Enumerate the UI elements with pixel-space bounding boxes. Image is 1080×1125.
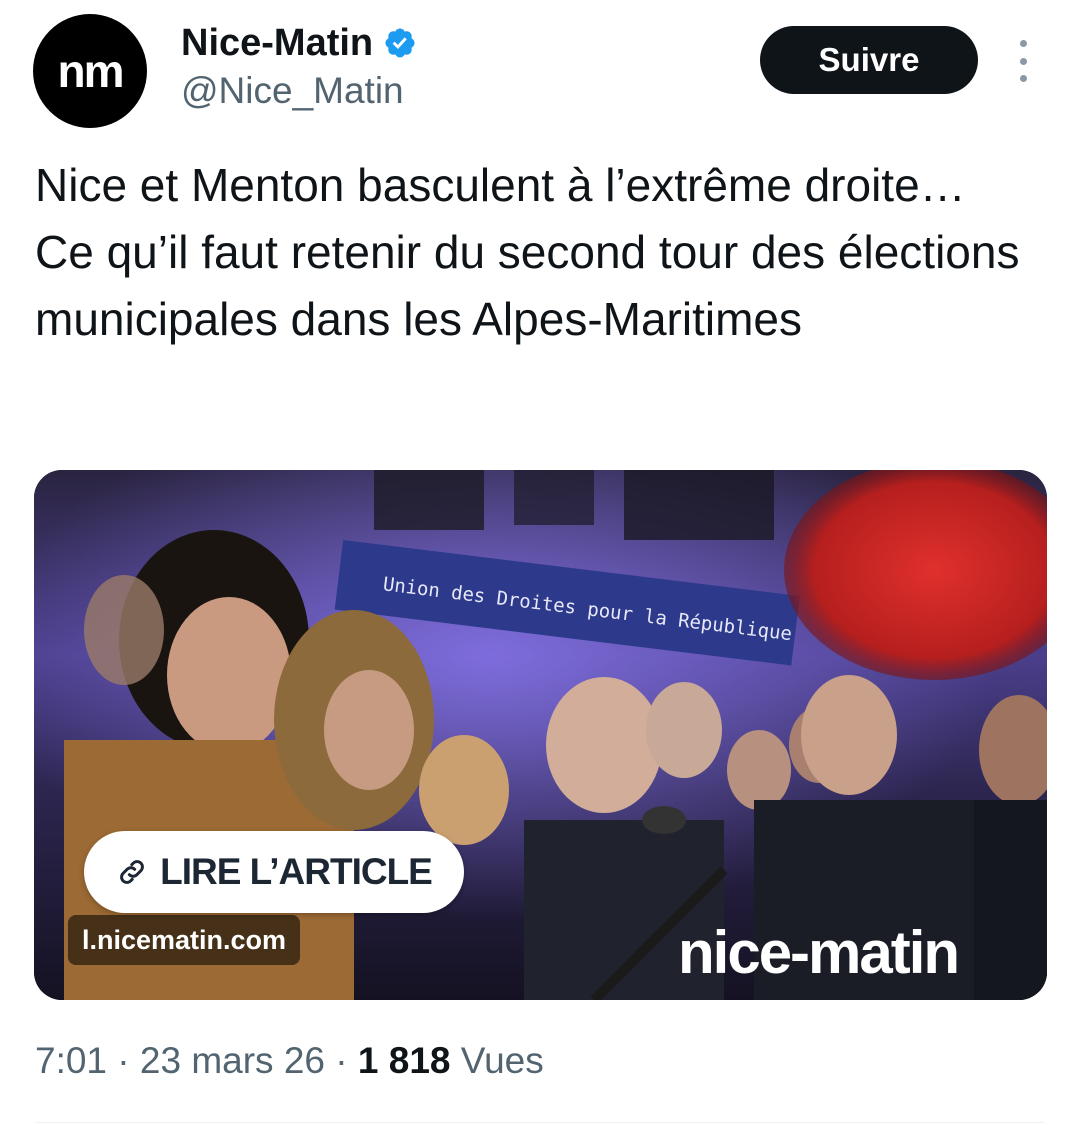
display-name[interactable]: Nice-Matin bbox=[181, 22, 373, 65]
more-vertical-icon[interactable] bbox=[1011, 40, 1035, 82]
read-article-button[interactable]: LIRE L’ARTICLE bbox=[84, 831, 464, 913]
brand-watermark: nice-matin bbox=[678, 919, 960, 986]
handle[interactable]: @Nice_Matin bbox=[181, 70, 417, 112]
divider bbox=[35, 1122, 1045, 1123]
tweet-header: nm Nice-Matin @Nice_Matin Suivre bbox=[33, 14, 1048, 128]
author-names: Nice-Matin @Nice_Matin bbox=[181, 20, 417, 112]
tweet-meta: 7:01 · 23 mars 26 · 1 818 Vues bbox=[35, 1040, 544, 1082]
verified-badge-icon bbox=[385, 28, 415, 58]
tweet-text: Nice et Menton basculent à l’extrême dro… bbox=[35, 159, 1020, 345]
card-domain: l.nicematin.com bbox=[68, 915, 301, 965]
meta-separator: · bbox=[335, 1040, 348, 1081]
meta-separator: · bbox=[117, 1040, 130, 1081]
tweet-time[interactable]: 7:01 bbox=[35, 1040, 107, 1081]
avatar[interactable]: nm bbox=[33, 14, 147, 128]
tweet-date[interactable]: 23 mars 26 bbox=[140, 1040, 325, 1081]
link-card[interactable]: Union des Droites pour la République LIR… bbox=[34, 470, 1047, 1000]
read-article-label: LIRE L’ARTICLE bbox=[160, 851, 433, 892]
views-count[interactable]: 1 818 bbox=[358, 1040, 451, 1081]
follow-button[interactable]: Suivre bbox=[760, 26, 978, 94]
views-label: Vues bbox=[460, 1040, 544, 1081]
display-name-row: Nice-Matin bbox=[181, 20, 417, 66]
link-icon bbox=[120, 860, 145, 884]
